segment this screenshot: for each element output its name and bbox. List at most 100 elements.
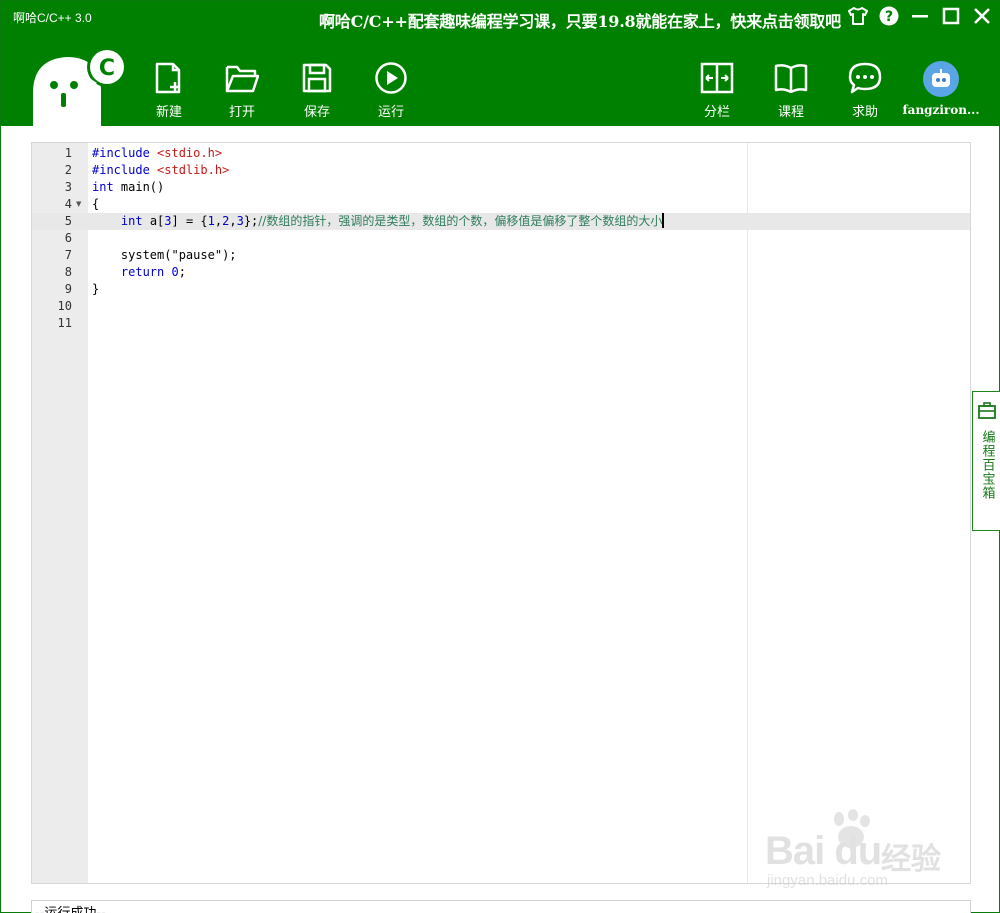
line-number: 5 bbox=[64, 214, 72, 228]
maximize-icon[interactable] bbox=[940, 5, 962, 27]
book-icon bbox=[773, 61, 809, 95]
watermark-brand: Bai du bbox=[765, 829, 882, 873]
code-token: ; bbox=[178, 265, 186, 279]
code-line[interactable]: 7 system("pause"); bbox=[32, 247, 970, 264]
app-window: 啊哈C/C++ 3.0 啊哈C/C++配套趣味编程学习课，只要19.8就能在家上… bbox=[0, 0, 1000, 913]
code-token: ); bbox=[222, 248, 237, 262]
split-button[interactable]: 分栏 bbox=[691, 61, 743, 120]
code-token: 3 bbox=[164, 214, 172, 228]
code-text: } bbox=[92, 281, 99, 298]
code-token: , bbox=[229, 214, 237, 228]
split-view-icon bbox=[699, 61, 735, 95]
code-text: return 0; bbox=[92, 264, 186, 281]
save-button[interactable]: 保存 bbox=[291, 61, 343, 120]
code-token: { bbox=[92, 197, 100, 211]
code-text: { bbox=[92, 196, 99, 213]
code-token: 0 bbox=[171, 265, 179, 279]
line-number: 7 bbox=[64, 248, 72, 262]
code-line[interactable]: 5 int a[3] = {1,2,3};//数组的指针，强调的是类型，数组的个… bbox=[32, 213, 970, 230]
line-number: 6 bbox=[64, 231, 72, 245]
line-number: 9 bbox=[64, 282, 72, 296]
window-controls: ? bbox=[847, 5, 993, 27]
text-caret bbox=[662, 213, 665, 228]
run-button[interactable]: 运行 bbox=[365, 61, 417, 120]
code-token: }; bbox=[243, 214, 259, 228]
fold-toggle-icon[interactable]: ▼ bbox=[76, 201, 81, 208]
code-token: ] = { bbox=[171, 214, 208, 228]
code-token: #include bbox=[92, 163, 158, 177]
open-label: 打开 bbox=[228, 105, 255, 120]
code-token: <stdio.h> bbox=[157, 146, 223, 160]
code-line[interactable]: 1 #include <stdio.h> bbox=[32, 145, 970, 162]
code-token: int bbox=[120, 214, 143, 228]
help-request-label: 求助 bbox=[851, 105, 878, 120]
skin-icon[interactable] bbox=[847, 5, 869, 27]
save-label: 保存 bbox=[303, 105, 330, 120]
new-button[interactable]: 新建 bbox=[143, 61, 195, 120]
code-line[interactable]: 10 bbox=[32, 298, 970, 315]
line-number: 11 bbox=[57, 316, 72, 330]
line-number: 4 bbox=[64, 197, 72, 211]
help-icon[interactable]: ? bbox=[878, 5, 900, 27]
split-label: 分栏 bbox=[703, 105, 730, 120]
chat-bubble-icon bbox=[847, 61, 883, 95]
watermark-url: jingyan.baidu.com bbox=[767, 872, 888, 889]
code-token: #include bbox=[92, 146, 158, 160]
code-text: #include <stdlib.h> bbox=[92, 162, 229, 179]
minimize-icon[interactable] bbox=[909, 5, 931, 27]
output-panel[interactable]: --运行成功-- bbox=[31, 900, 971, 913]
code-token: a[ bbox=[142, 214, 165, 228]
course-button[interactable]: 课程 bbox=[765, 61, 817, 120]
promo-link[interactable]: 啊哈C/C++配套趣味编程学习课，只要19.8就能在家上，快来点击领取吧 bbox=[319, 8, 841, 32]
user-account[interactable]: fangziron... bbox=[903, 61, 980, 117]
new-file-icon bbox=[151, 61, 187, 95]
code-token: system( bbox=[92, 248, 172, 262]
toolbox-side-button[interactable]: 编程百宝箱 bbox=[972, 391, 1000, 531]
open-button[interactable]: 打开 bbox=[216, 61, 268, 120]
run-label: 运行 bbox=[377, 105, 404, 120]
code-token: main() bbox=[113, 180, 165, 194]
code-text: #include <stdio.h> bbox=[92, 145, 222, 162]
code-line[interactable]: 11 bbox=[32, 315, 970, 332]
code-line[interactable]: 4 ▼ { bbox=[32, 196, 970, 213]
aha-logo: C bbox=[29, 43, 129, 127]
svg-text:C: C bbox=[99, 56, 115, 81]
code-token: <stdlib.h> bbox=[157, 163, 230, 177]
course-label: 课程 bbox=[777, 105, 804, 120]
username: fangziron... bbox=[902, 103, 980, 117]
svg-text:?: ? bbox=[885, 9, 893, 25]
code-token: } bbox=[92, 282, 100, 296]
new-label: 新建 bbox=[155, 105, 182, 120]
line-number: 1 bbox=[64, 146, 72, 160]
code-token: "pause" bbox=[171, 248, 223, 262]
line-number: 3 bbox=[64, 180, 72, 194]
code-line[interactable]: 3 int main() bbox=[32, 179, 970, 196]
close-icon[interactable] bbox=[971, 5, 993, 27]
code-line[interactable]: 6 bbox=[32, 230, 970, 247]
code-text: int a[3] = {1,2,3};//数组的指针，强调的是类型，数组的个数，… bbox=[92, 213, 665, 230]
code-line[interactable]: 9} bbox=[32, 281, 970, 298]
line-number: 8 bbox=[64, 265, 72, 279]
code-token: 3 bbox=[236, 214, 244, 228]
code-token: //数组的指针，强调的是类型，数组的个数，偏移值是偏移了整个数组的大小 bbox=[258, 214, 663, 228]
toolbox-label: 编程百宝箱 bbox=[979, 430, 995, 500]
code-line[interactable]: 2 #include <stdlib.h> bbox=[32, 162, 970, 179]
avatar bbox=[923, 61, 959, 97]
code-line[interactable]: 8 return 0; bbox=[32, 264, 970, 281]
line-number: 10 bbox=[57, 299, 72, 313]
app-title: 啊哈C/C++ 3.0 bbox=[13, 11, 92, 25]
code-text: system("pause"); bbox=[92, 247, 237, 264]
line-number: 2 bbox=[64, 163, 72, 177]
code-token: int bbox=[92, 180, 114, 194]
watermark-brand-cn: 经验 bbox=[881, 842, 941, 877]
code-token: 1 bbox=[207, 214, 215, 228]
run-status: --运行成功-- bbox=[35, 902, 106, 913]
code-editor[interactable]: 1 #include <stdio.h> 2 #include <stdlib.h> 3… bbox=[31, 142, 971, 884]
help-request-button[interactable]: 求助 bbox=[839, 61, 891, 120]
header-bar: 啊哈C/C++ 3.0 啊哈C/C++配套趣味编程学习课，只要19.8就能在家上… bbox=[1, 1, 1000, 127]
folder-open-icon bbox=[224, 61, 260, 95]
toolbox-icon bbox=[978, 402, 996, 419]
play-icon bbox=[373, 61, 409, 95]
